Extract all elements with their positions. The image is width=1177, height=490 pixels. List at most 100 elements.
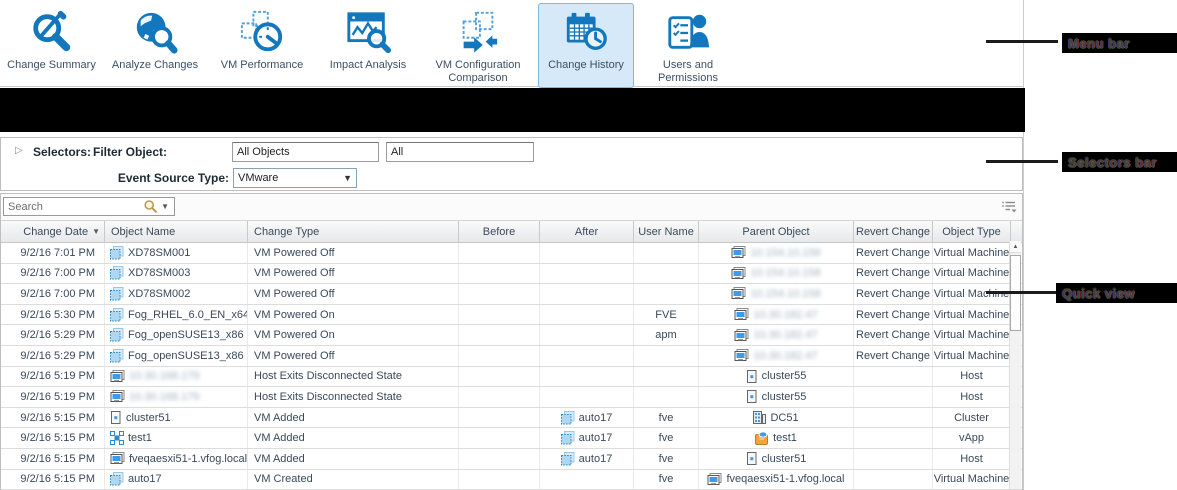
cell-before [459,387,540,407]
cell-before [459,428,540,448]
column-header-parent-object[interactable]: Parent Object [699,221,854,242]
selectors-bar-callout-label: Selectors bar [1062,152,1177,172]
menu-item-change-summary[interactable]: Change Summary [1,3,102,88]
revert-change-link[interactable]: Revert Change [856,309,930,321]
menu-item-impact-analysis[interactable]: Impact Analysis [318,3,418,88]
quick-view-toolbar: ▼ [1,194,1022,221]
vm-icon [561,431,575,445]
cell-change-type: VM Powered Off [248,346,459,366]
table-row[interactable]: 9/2/16 5:15 PMcluster51VM Addedauto17fve… [1,408,1022,429]
expander-triangle-icon[interactable]: ▷ [15,145,23,156]
column-header-after[interactable]: After [540,221,634,242]
filter-scope-input[interactable]: All [386,142,534,162]
datacenter-icon [753,411,766,424]
vm-performance-icon [237,7,287,57]
cell-parent-object: DC51 [699,408,854,428]
parent-object-text: 10.30.182.47 [753,350,817,362]
table-row[interactable]: 9/2/16 5:29 PMFog_openSUSE13_x86VM Power… [1,346,1022,367]
users-permissions-icon [663,7,713,57]
cell-change-type: Host Exits Disconnected State [248,387,459,407]
parent-object-text: cluster51 [762,453,807,465]
menu-item-vm-configuration-comparison[interactable]: VM Configuration Comparison [420,3,536,88]
revert-change-link[interactable]: Revert Change [856,288,930,300]
cell-before [459,470,540,490]
menu-item-analyze-changes[interactable]: Analyze Changes [104,3,206,88]
search-icon[interactable] [143,199,158,214]
parent-object-text: 10.30.182.47 [753,309,817,321]
menu-item-vm-performance[interactable]: VM Performance [208,3,316,88]
cell-object-type: Virtual Machine [933,346,1011,366]
host-icon [707,473,722,486]
redacted-black-bar [0,88,1025,132]
search-input[interactable] [4,201,143,213]
cell-before [459,346,540,366]
column-header-user-name[interactable]: User Name [634,221,699,242]
cell-object-type: Virtual Machine [933,470,1011,490]
cell-parent-object: 10.154.10.158 [699,264,854,284]
revert-change-link[interactable]: Revert Change [856,247,930,259]
vapp-icon [110,431,124,445]
parent-object-text: 10.154.10.158 [750,247,820,259]
cell-before [459,449,540,469]
cell-change-type: VM Added [248,449,459,469]
event-source-type-dropdown[interactable]: VMware ▼ [233,168,357,188]
table-row[interactable]: 9/2/16 5:29 PMFog_openSUSE13_x86VM Power… [1,325,1022,346]
column-header-object-name[interactable]: Object Name [105,221,248,242]
cell-change-type: VM Powered Off [248,243,459,263]
cell-object-name: XD78SM003 [105,264,248,284]
filter-object-input[interactable]: All Objects [232,142,379,162]
after-value-text: auto17 [579,432,613,444]
cell-revert-change [854,367,933,387]
menu-item-users-and-permissions[interactable]: Users and Permissions [636,3,740,88]
revert-change-link[interactable]: Revert Change [856,350,930,362]
vm-icon [561,411,575,425]
table-row[interactable]: 9/2/16 5:30 PMFog_RHEL_6.0_EN_x64VM Powe… [1,305,1022,326]
column-header-change-date[interactable]: Change Date▼ [1,221,105,242]
cell-change-type: Host Exits Disconnected State [248,367,459,387]
menu-item-change-history[interactable]: Change History [538,3,634,88]
cell-revert-change: Revert Change [854,284,933,304]
customizer-icon[interactable] [1001,200,1017,214]
column-header-object-type[interactable]: Object Type [933,221,1011,242]
cell-change-type: VM Created [248,470,459,490]
scroll-up-arrow-icon[interactable]: ▲ [1010,241,1021,253]
menu-bar-callout-line [986,40,1058,43]
vertical-scrollbar[interactable]: ▲ [1009,241,1021,489]
after-value-text: auto17 [579,453,613,465]
quick-view-callout-label: Quick view [1056,283,1177,303]
cell-before [459,325,540,345]
cell-parent-object: cluster55 [699,367,854,387]
host-icon [110,452,125,465]
table-row[interactable]: 9/2/16 7:00 PMXD78SM002VM Powered Off10.… [1,284,1022,305]
cell-user-name: FVE [634,305,699,325]
table-row[interactable]: 9/2/16 5:15 PMauto17VM Createdfvefveqaes… [1,470,1022,490]
cluster-icon [746,370,758,383]
cell-change-type: VM Powered Off [248,264,459,284]
column-header-change-type[interactable]: Change Type [248,221,459,242]
table-row[interactable]: 9/2/16 7:00 PMXD78SM003VM Powered Off10.… [1,264,1022,285]
object-name-text: 10.30.168.179 [129,370,199,382]
quick-view-callout-line [986,291,1056,294]
cell-object-name: fveqaesxi51-1.vfog.local [105,449,248,469]
table-row[interactable]: 9/2/16 7:01 PMXD78SM001VM Powered Off10.… [1,243,1022,264]
table-row[interactable]: 9/2/16 5:19 PM10.30.168.179Host Exits Di… [1,367,1022,388]
column-header-revert-change[interactable]: Revert Change [854,221,933,242]
revert-change-link[interactable]: Revert Change [856,329,930,341]
menu-item-label: Users and Permissions [639,59,737,85]
cell-after: auto17 [540,449,634,469]
column-header-before[interactable]: Before [459,221,540,242]
parent-object-text: 10.154.10.158 [750,267,820,279]
search-options-chevron-icon[interactable]: ▼ [158,202,174,211]
event-source-type-value: VMware [238,172,278,184]
cell-change-type: VM Added [248,408,459,428]
table-row[interactable]: 9/2/16 5:15 PMfveqaesxi51-1.vfog.localVM… [1,449,1022,470]
cell-user-name [634,346,699,366]
table-row[interactable]: 9/2/16 5:15 PMtest1VM Addedauto17fvetest… [1,428,1022,449]
revert-change-link[interactable]: Revert Change [856,267,930,279]
vm-icon [110,308,124,322]
cell-after [540,346,634,366]
table-row[interactable]: 9/2/16 5:19 PM10.30.168.179Host Exits Di… [1,387,1022,408]
cell-object-name: Fog_openSUSE13_x86 [105,325,248,345]
cell-after [540,264,634,284]
vm-icon [110,246,124,260]
